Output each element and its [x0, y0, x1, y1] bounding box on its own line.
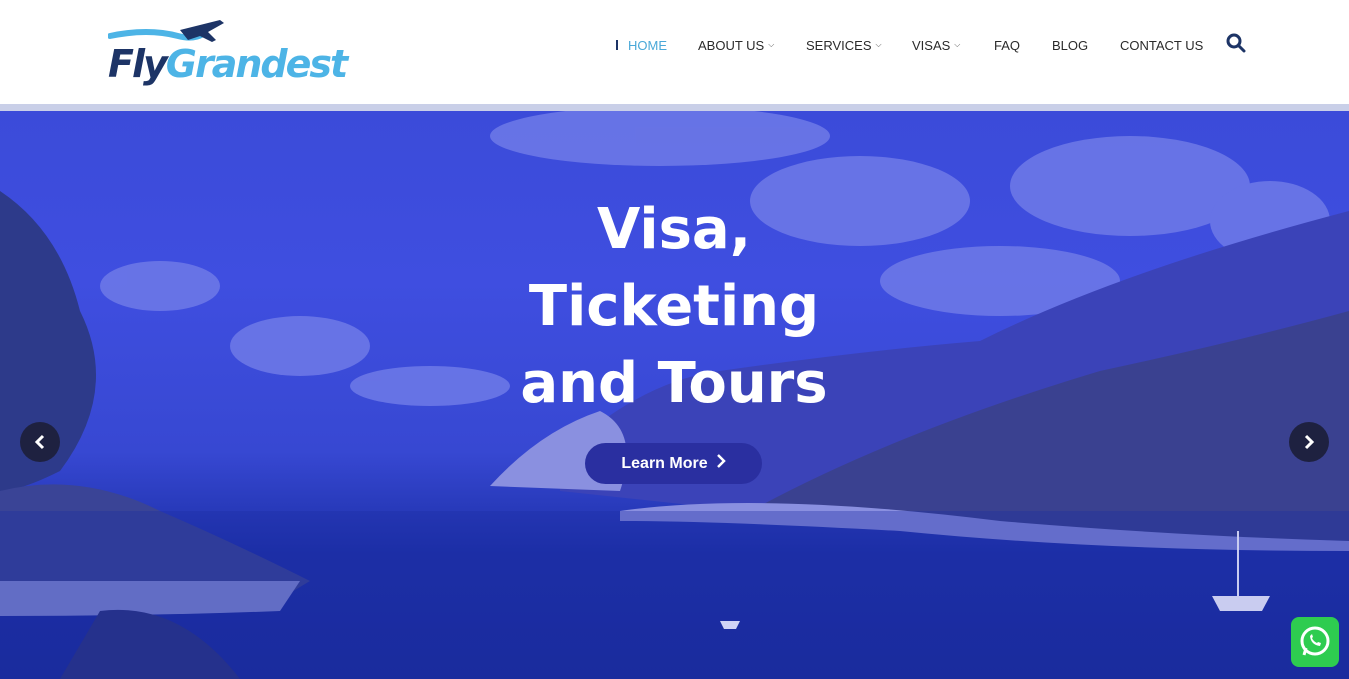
hero-heading-line: Ticketing: [528, 274, 820, 339]
header-divider: [0, 104, 1349, 111]
nav-blog-label: BLOG: [1052, 37, 1089, 53]
nav-contact-us-label: CONTACT US: [1120, 37, 1204, 53]
nav-home-label: HOME: [628, 37, 667, 53]
whatsapp-icon: [1300, 626, 1330, 656]
learn-more-button[interactable]: Learn More: [585, 443, 762, 484]
nav-visas[interactable]: VISAS ⌵: [912, 36, 960, 54]
nav-about-us-label: ABOUT US: [698, 37, 765, 53]
nav-visas-label: VISAS: [912, 37, 951, 53]
nav-faq[interactable]: FAQ: [994, 36, 1020, 54]
chevron-left-icon: [34, 434, 45, 450]
learn-more-label: Learn More: [621, 454, 708, 472]
site-header: FlyGrandest HOME ABOUT US ⌵ SERVICES ⌵ V…: [0, 0, 1349, 104]
whatsapp-chat-button[interactable]: [1291, 617, 1339, 667]
hero-heading-line: Visa,: [597, 197, 751, 262]
slider-next-button[interactable]: [1289, 422, 1329, 462]
chevron-down-icon: ⌵: [875, 40, 882, 49]
main-nav: HOME ABOUT US ⌵ SERVICES ⌵ VISAS ⌵ FAQ B…: [0, 36, 1349, 54]
nav-blog[interactable]: BLOG: [1052, 36, 1088, 54]
nav-faq-label: FAQ: [994, 37, 1021, 53]
chevron-down-icon: ⌵: [954, 40, 961, 49]
chevron-down-icon: ⌵: [768, 40, 775, 49]
chevron-right-icon: [1304, 434, 1315, 450]
hero-heading-line: and Tours: [520, 351, 828, 416]
nav-contact-us[interactable]: CONTACT US: [1120, 36, 1203, 54]
slider-prev-button[interactable]: [20, 422, 60, 462]
nav-home[interactable]: HOME: [628, 36, 667, 54]
nav-services[interactable]: SERVICES ⌵: [806, 36, 882, 54]
hero-heading: Visa, Ticketing and Tours: [474, 191, 874, 422]
chevron-right-icon: [716, 454, 726, 473]
nav-about-us[interactable]: ABOUT US ⌵: [698, 36, 774, 54]
nav-services-label: SERVICES: [806, 37, 872, 53]
hero-slider: Visa, Ticketing and Tours Learn More: [0, 111, 1349, 679]
search-icon[interactable]: [1226, 33, 1246, 53]
site-logo[interactable]: FlyGrandest: [108, 18, 348, 90]
